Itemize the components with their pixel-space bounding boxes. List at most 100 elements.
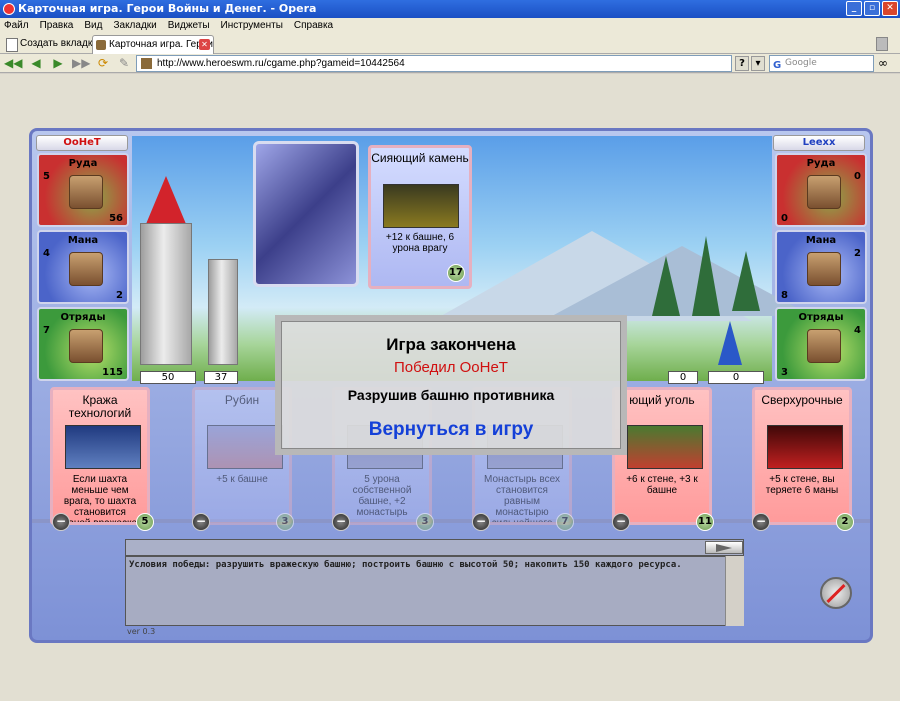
search-input[interactable]: G Google xyxy=(769,55,874,72)
card-cost: 7 xyxy=(556,513,574,531)
menu-bookmarks[interactable]: Закладки xyxy=(113,18,156,34)
edit-icon[interactable]: ✎ xyxy=(116,56,132,71)
hand-card-6[interactable]: Сверхурочные +5 к стене, вы теряете 6 ма… xyxy=(752,387,852,525)
barracks-icon xyxy=(807,329,841,363)
reload-icon[interactable]: ⟳ xyxy=(95,56,111,71)
rewind-icon[interactable]: ◀◀ xyxy=(4,56,22,71)
log-scrollbar[interactable] xyxy=(725,556,744,626)
dialog-title: Игра закончена xyxy=(386,335,516,354)
trash-icon[interactable] xyxy=(876,37,888,51)
card-image xyxy=(65,425,141,469)
card-title: Сияющий камень xyxy=(371,151,469,165)
menu-tools[interactable]: Инструменты xyxy=(221,18,283,34)
resource-income: 8 xyxy=(781,290,788,301)
fast-forward-icon[interactable]: ▶▶ xyxy=(72,56,90,71)
right-tower-roof xyxy=(718,321,742,365)
window-title-bar: Карточная игра. Герои Войны и Денег. - O… xyxy=(0,0,900,18)
card-cost: 3 xyxy=(276,513,294,531)
google-icon: G xyxy=(773,60,782,71)
card-description: +5 к стене, вы теряете 6 маны xyxy=(765,474,839,496)
menu-widgets[interactable]: Виджеты xyxy=(168,18,210,34)
log-text: Условия победы: разрушить вражескую башн… xyxy=(129,560,682,570)
maximize-button[interactable]: ▫ xyxy=(864,1,880,16)
mine-icon xyxy=(807,175,841,209)
resource-label: Мана xyxy=(67,235,99,246)
barracks-icon xyxy=(69,329,103,363)
card-description: +12 к башне, 6 урона врагу xyxy=(385,232,455,254)
discard-button[interactable]: − xyxy=(192,513,210,531)
resource-income: 3 xyxy=(781,367,788,378)
left-wall-value: 37 xyxy=(204,371,238,384)
help-icon[interactable]: ? xyxy=(735,56,749,71)
left-wall xyxy=(208,259,238,365)
chat-input[interactable] xyxy=(125,539,744,556)
game-log: Условия победы: разрушить вражескую башн… xyxy=(125,556,744,626)
card-title: Кража технологий xyxy=(68,393,132,420)
right-player-name: Leexx xyxy=(773,135,865,151)
resource-income: 115 xyxy=(102,367,123,378)
right-tower-value: 0 xyxy=(708,371,764,384)
card-cost: 3 xyxy=(416,513,434,531)
card-description: +6 к стене, +3 к башне xyxy=(626,474,698,496)
hand-card-5[interactable]: ющий уголь +6 к стене, +3 к башне xyxy=(612,387,712,525)
right-troops-panel: Отряды 4 3 xyxy=(775,307,867,381)
tab-close-icon[interactable]: ✕ xyxy=(199,39,210,50)
left-player-name: ОоНеТ xyxy=(36,135,128,151)
resource-count: 7 xyxy=(43,325,50,336)
discard-button[interactable]: − xyxy=(332,513,350,531)
resource-count: 4 xyxy=(43,248,50,259)
forward-icon[interactable]: ▶ xyxy=(50,56,66,71)
discard-button[interactable]: − xyxy=(52,513,70,531)
address-bar[interactable]: http://www.heroeswm.ru/cgame.php?gameid=… xyxy=(136,55,732,72)
deck-card-back xyxy=(253,141,359,287)
card-title: ющий уголь xyxy=(629,393,695,407)
card-image xyxy=(207,425,283,469)
resource-count: 4 xyxy=(854,325,861,336)
discard-button[interactable]: − xyxy=(612,513,630,531)
menu-edit[interactable]: Правка xyxy=(40,18,74,34)
card-description: +5 к башне xyxy=(216,474,268,485)
resource-label: Руда xyxy=(806,158,836,169)
resource-label: Руда xyxy=(68,158,98,169)
resource-count: 0 xyxy=(854,171,861,182)
card-cost: 11 xyxy=(696,513,714,531)
sound-off-icon[interactable] xyxy=(820,577,852,609)
zoom-icon[interactable]: ∞ xyxy=(878,56,888,70)
card-cost: 2 xyxy=(836,513,854,531)
card-image xyxy=(383,184,459,228)
right-wall-value: 0 xyxy=(668,371,698,384)
menu-view[interactable]: Вид xyxy=(84,18,102,34)
right-mana-panel: Мана 2 8 xyxy=(775,230,867,304)
site-icon xyxy=(141,58,152,69)
resource-income: 2 xyxy=(116,290,123,301)
resource-income: 0 xyxy=(781,213,788,224)
address-dropdown-icon[interactable]: ▾ xyxy=(751,56,765,71)
left-troops-panel: Отряды 7 115 xyxy=(37,307,129,381)
card-cost: 5 xyxy=(136,513,154,531)
tab-active[interactable]: Карточная игра. Герои... ✕ xyxy=(92,35,214,54)
back-icon[interactable]: ◀ xyxy=(28,56,44,71)
discard-button[interactable]: − xyxy=(752,513,770,531)
new-tab-button[interactable]: Создать вкладку xyxy=(6,36,97,52)
resource-label: Отряды xyxy=(798,312,844,323)
left-tower-value: 50 xyxy=(140,371,196,384)
favicon-icon xyxy=(96,40,106,50)
minimize-button[interactable]: _ xyxy=(846,1,862,16)
card-title: Сверхурочные xyxy=(761,393,843,407)
navigation-bar: ◀◀ ◀ ▶ ▶▶ ⟳ ✎ http://www.heroeswm.ru/cga… xyxy=(0,54,900,73)
close-button[interactable]: ✕ xyxy=(882,1,898,16)
card-image xyxy=(627,425,703,469)
send-button[interactable] xyxy=(705,541,743,554)
menu-help[interactable]: Справка xyxy=(294,18,333,34)
card-image xyxy=(767,425,843,469)
hand-card-1[interactable]: Кража технологий Если шахта меньше чем в… xyxy=(50,387,150,525)
card-description: 5 урона собственной башне, +2 монастырь xyxy=(352,474,412,518)
menu-file[interactable]: Файл xyxy=(4,18,29,34)
opera-icon xyxy=(3,3,15,15)
return-to-game-button[interactable]: Вернуться в игру xyxy=(281,419,621,441)
discard-button[interactable]: − xyxy=(472,513,490,531)
winner-text: Победил ОоНеТ xyxy=(394,359,508,376)
version-label: ver 0.3 xyxy=(127,627,156,636)
played-card: Сияющий камень +12 к башне, 6 урона враг… xyxy=(368,145,472,289)
left-ore-panel: Руда 5 56 xyxy=(37,153,129,227)
